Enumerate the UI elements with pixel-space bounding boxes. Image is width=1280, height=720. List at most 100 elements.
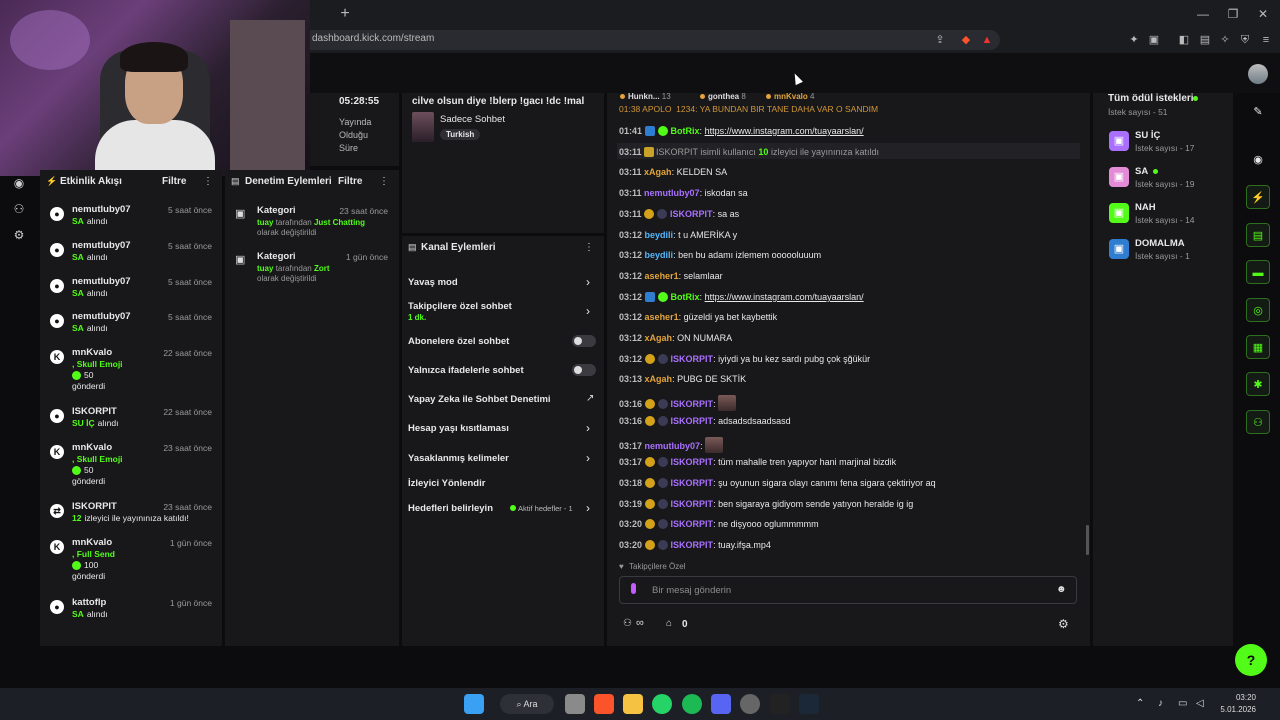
camera-icon[interactable]: ◉ [10,174,28,192]
whatsapp-icon[interactable] [652,694,672,714]
chevron-right-icon[interactable]: › [586,275,590,289]
wrench-icon[interactable]: ✱ [1246,372,1270,396]
activity-username[interactable]: mnKvalo [72,347,112,358]
pencil-icon[interactable]: ✎ [1246,100,1270,124]
help-button[interactable]: ? [1235,644,1267,676]
users-icon[interactable]: ⚇ [1246,410,1270,434]
mic-icon[interactable] [631,583,636,594]
chevron-right-icon[interactable]: › [586,501,590,515]
viewer-redirect-row[interactable]: İzleyici Yönlendir [408,478,485,489]
emotes-only-toggle[interactable] [572,364,596,376]
chat-icon[interactable]: ▬ [1246,260,1270,284]
activity-username[interactable]: ISKORPIT [72,501,117,512]
activity-username[interactable]: mnKvalo [72,442,112,453]
chat-username[interactable]: xAgah [644,167,672,177]
chevron-right-icon[interactable]: › [586,451,590,465]
chevron-right-icon[interactable]: › [586,304,590,318]
activity-username[interactable]: nemutluby07 [72,240,131,251]
chat-username[interactable]: nemutluby07 [645,441,701,451]
taskbar-clock[interactable]: 03:20 [1216,693,1256,702]
moderation-actor[interactable]: tuay [257,264,273,273]
top-user[interactable]: mnKvalo 4 [766,92,814,101]
new-tab-button[interactable]: + [336,5,354,23]
mic-icon[interactable]: ♪ [1158,698,1163,709]
chat-username[interactable]: ISKORPIT [670,209,713,219]
top-user[interactable]: gonthea 8 [700,92,746,101]
goals-row[interactable]: Hedefleri belirleyin [408,503,493,514]
subs-only-toggle[interactable] [572,335,596,347]
taskbar-search[interactable]: ⌕ Ara [500,694,554,714]
activity-username[interactable]: kattoflp [72,597,106,608]
minimize-button[interactable]: — [1188,4,1218,24]
brave-icon[interactable] [594,694,614,714]
bolt-icon[interactable]: ⚡ [1246,185,1270,209]
chat-username[interactable]: aseher1 [645,312,679,322]
app-icon[interactable] [770,694,790,714]
activity-filter-button[interactable]: Filtre [162,176,186,187]
activity-username[interactable]: mnKvalo [72,537,112,548]
activity-username[interactable]: nemutluby07 [72,311,131,322]
chat-username[interactable]: ISKORPIT [671,478,714,488]
layout-icon[interactable]: ▦ [1246,335,1270,359]
vpn-icon[interactable]: ⛨ [1237,32,1253,48]
taskbar-date[interactable]: 5.01.2026 [1204,705,1256,714]
menu-icon[interactable]: ≡ [1258,32,1274,48]
top-user[interactable]: Hunkn... 13 [620,92,671,101]
external-link-icon[interactable]: ↗ [586,393,594,404]
chat-username[interactable]: ISKORPIT [671,399,714,409]
camera-icon[interactable]: ◉ [1246,148,1270,172]
media-icon[interactable]: ▣ [1146,32,1162,48]
chat-username[interactable]: aseher1 [645,271,679,281]
tray-chevron-icon[interactable]: ⌃ [1136,698,1144,709]
chat-username[interactable]: ISKORPIT [671,416,714,426]
extensions-icon[interactable]: ✦ [1126,32,1142,48]
chat-username[interactable]: xAgah [645,374,673,384]
moderation-filter-button[interactable]: Filtre [338,176,362,187]
leo-icon[interactable]: ✧ [1217,32,1233,48]
chat-username[interactable]: beydili [645,230,674,240]
chat-username[interactable]: nemutluby07 [644,188,700,198]
chat-username[interactable]: ISKORPIT [671,519,714,529]
discord-icon[interactable] [711,694,731,714]
activity-username[interactable]: nemutluby07 [72,276,131,287]
rewards-title[interactable]: Tüm ödül istekleri [1108,93,1194,104]
store-icon[interactable]: ⌂ [666,618,672,629]
slow-mode-row[interactable]: Yavaş mod [408,277,458,288]
sidebar-icon[interactable]: ◧ [1176,32,1192,48]
activity-username[interactable]: ISKORPIT [72,406,117,417]
chevron-right-icon[interactable]: › [586,421,590,435]
maximize-button[interactable]: ❐ [1218,4,1248,24]
share-icon[interactable]: ⇪ [932,32,948,48]
network-icon[interactable]: ▭ [1178,698,1187,709]
banned-words-row[interactable]: Yasaklanmış kelimeler [408,453,509,464]
chat-link[interactable]: https://www.instagram.com/tuayaarslan/ [705,126,864,136]
moderation-more-icon[interactable]: ⋮ [379,176,389,187]
chat-username[interactable]: xAgah [645,333,673,343]
chat-username[interactable]: ISKORPIT [671,354,714,364]
close-window-button[interactable]: ✕ [1248,4,1278,24]
volume-icon[interactable]: ◁ [1196,698,1204,709]
task-view-icon[interactable] [565,694,585,714]
emoji-icon[interactable]: ☻ [1056,584,1067,595]
windows-start-icon[interactable] [464,694,484,714]
brave-rewards-icon[interactable]: ▲ [979,32,995,48]
age-restriction-row[interactable]: Hesap yaşı kısıtlaması [408,423,509,434]
spotify-icon[interactable] [682,694,702,714]
activity-more-icon[interactable]: ⋮ [203,176,213,187]
chat-username[interactable]: ISKORPIT [671,457,714,467]
chat-username[interactable]: BotRix [671,126,700,136]
url-text[interactable]: dashboard.kick.com/stream [312,33,434,44]
channel-more-icon[interactable]: ⋮ [584,242,594,253]
steam-icon[interactable] [799,694,819,714]
ai-moderation-row[interactable]: Yapay Zeka ile Sohbet Denetimi [408,394,551,405]
avatar[interactable] [1248,64,1268,84]
chat-username[interactable]: beydili [645,250,674,260]
chat-settings-icon[interactable]: ⚙ [1058,617,1069,631]
app-icon[interactable] [740,694,760,714]
chat-link[interactable]: https://www.instagram.com/tuayaarslan/ [705,292,864,302]
followers-only-row[interactable]: Takipçilere özel sohbet [408,301,512,312]
moderation-actor[interactable]: tuay [257,218,273,227]
folder-icon[interactable] [623,694,643,714]
brave-shield-icon[interactable]: ◆ [958,32,974,48]
notes-icon[interactable]: ▤ [1246,223,1270,247]
